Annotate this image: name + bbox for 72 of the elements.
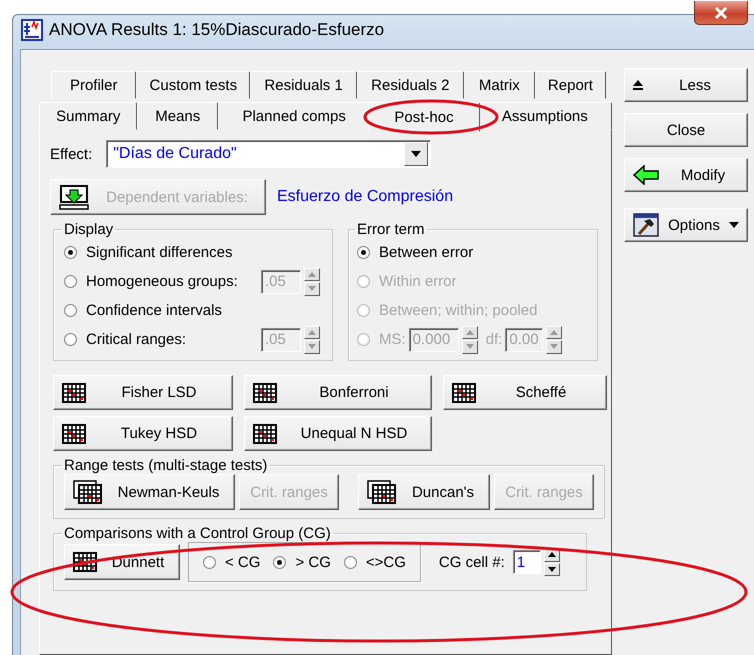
tab[interactable]: Residuals 2 [356, 71, 464, 99]
test-button[interactable]: Fisher LSD [53, 375, 233, 410]
options-button[interactable]: Options [624, 208, 748, 242]
stacked-grid-icon [367, 480, 397, 504]
cell-label: CG cell #: [438, 554, 505, 570]
grid-icon [253, 382, 277, 402]
option-label: Between error [379, 244, 474, 261]
option-label: > CG [295, 554, 331, 570]
option-label: Homogeneous groups: [86, 273, 238, 290]
stacked-grid-icon [73, 480, 103, 504]
option-label: Significant differences [86, 244, 232, 261]
grid-icon [452, 382, 476, 402]
spinner[interactable] [462, 326, 478, 354]
tab[interactable]: Profiler [51, 71, 136, 99]
group-title: Comparisons with a Control Group (CG) [63, 525, 332, 542]
hammer-icon [633, 213, 659, 237]
test-button[interactable]: Bonferroni [244, 375, 432, 410]
radio-button[interactable] [203, 556, 216, 568]
radio-button[interactable] [344, 556, 357, 568]
radio-button[interactable] [357, 246, 370, 259]
group-title: Range tests (multi-stage tests) [63, 457, 268, 474]
close-button[interactable] [694, 1, 748, 25]
modify-button[interactable]: Modify [624, 158, 748, 192]
option-label: < CG [225, 554, 260, 570]
close-dialog-button[interactable]: Close [624, 113, 748, 147]
grid-icon [62, 424, 86, 444]
group-title: Display [63, 221, 114, 238]
grid-icon [62, 382, 86, 402]
close-icon [714, 6, 728, 18]
tab[interactable]: Custom tests [136, 71, 250, 99]
monitor-arrow-icon [59, 184, 89, 210]
window-title: ANOVA Results 1: 15%Diascurado-Esfuerzo [49, 20, 384, 40]
spinner[interactable] [544, 548, 560, 576]
tab[interactable]: Report [534, 71, 606, 99]
effect-label: Effect: [50, 146, 92, 162]
effect-dropdown[interactable]: "Días de Curado" [106, 140, 432, 168]
option-label: MS: [379, 331, 406, 348]
spinner[interactable] [304, 326, 320, 354]
tab[interactable]: Means [137, 102, 218, 130]
variable-name: Esfuerzo de Compresión [277, 188, 454, 206]
tab[interactable]: Planned comps [218, 102, 370, 130]
app-icon [21, 19, 43, 41]
number-field[interactable]: 1 [512, 550, 541, 574]
option-label: <>CG [366, 554, 406, 570]
caret-icon [729, 222, 739, 228]
caret-icon [411, 151, 422, 157]
tab[interactable]: Summary [39, 102, 138, 130]
option-label: Critical ranges: [86, 331, 186, 348]
radio-button[interactable] [64, 304, 77, 317]
grid-icon [253, 424, 277, 444]
test-button[interactable]: Unequal N HSD [244, 416, 432, 451]
option-label: Within error [379, 273, 457, 290]
group-title: Error term [356, 221, 426, 238]
field-label: df: [486, 331, 502, 348]
spinner[interactable] [546, 326, 562, 354]
radio-button[interactable] [64, 275, 77, 288]
up-arrow-icon [633, 80, 643, 90]
less-button[interactable]: Less [624, 68, 748, 102]
option-label: Confidence intervals [86, 302, 222, 319]
tab[interactable]: Matrix [464, 71, 535, 99]
test-button[interactable]: Tukey HSD [53, 416, 233, 451]
radio-button[interactable] [64, 333, 77, 346]
radio-button[interactable] [64, 246, 77, 259]
test-button[interactable]: Duncan's [358, 474, 490, 510]
test-button[interactable]: Newman-Keuls [64, 474, 235, 510]
spinner[interactable] [304, 268, 320, 296]
left-arrow-icon [633, 165, 659, 185]
tab[interactable]: Residuals 1 [250, 71, 357, 99]
option-label: Between; within; pooled [379, 302, 538, 319]
test-button[interactable]: Scheffé [443, 375, 607, 410]
radio-button[interactable] [273, 556, 286, 568]
tab[interactable]: Assumptions [478, 102, 612, 130]
